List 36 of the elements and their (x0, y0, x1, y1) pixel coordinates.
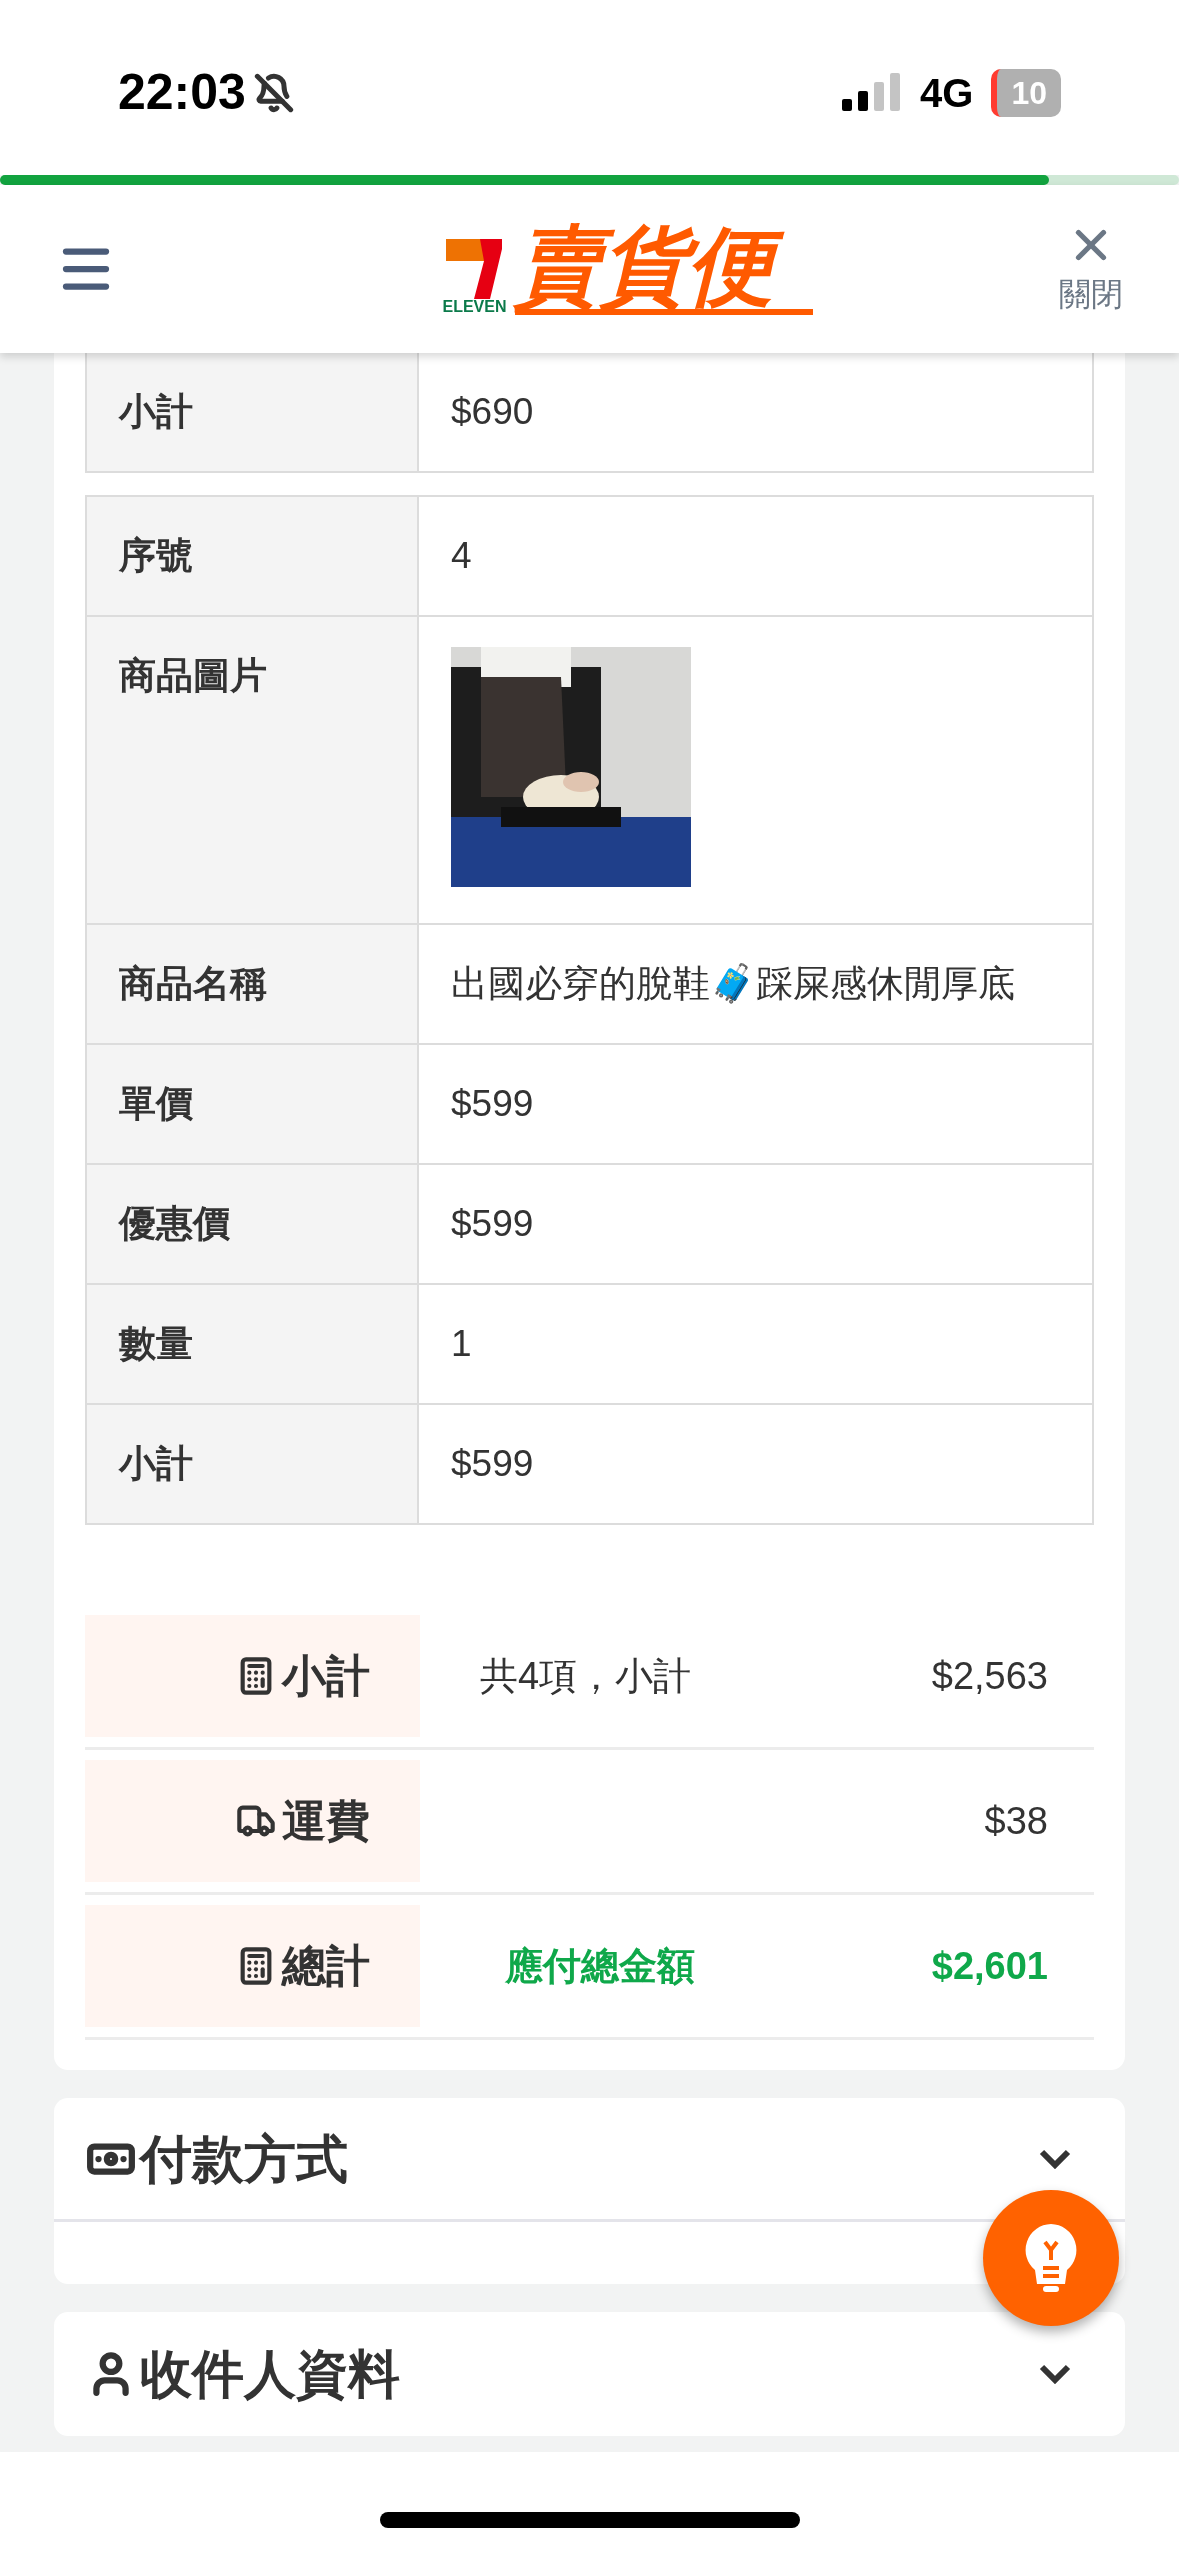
summary-amount: $2,601 (931, 1943, 1048, 1989)
summary-label: 總計 (282, 1940, 370, 1992)
row-label: 商品名稱 (119, 963, 267, 1004)
summary-label: 小計 (282, 1650, 370, 1702)
network-label: 4G (920, 69, 974, 117)
close-button[interactable]: 關閉 (1059, 220, 1123, 318)
chevron-icon (1039, 2364, 1071, 2384)
row-value: 4 (451, 535, 472, 576)
row-label: 序號 (119, 535, 193, 576)
battery-level: 10 (991, 68, 1061, 117)
summary-label: 運費 (282, 1795, 370, 1847)
row-value: $690 (451, 391, 534, 432)
logo-mark-text: ELEVEN (442, 299, 507, 315)
row-label: 小計 (119, 1443, 193, 1484)
summary-amount: $2,563 (931, 1653, 1048, 1699)
row-value: 1 (451, 1323, 472, 1364)
row-label: 單價 (119, 1083, 193, 1124)
row-label: 優惠價 (119, 1203, 230, 1244)
bell-muted-icon (253, 72, 294, 113)
signal-icon (842, 72, 903, 113)
summary-amount: $38 (984, 1798, 1048, 1844)
row-label: 數量 (119, 1323, 193, 1364)
status-time: 22:03 (118, 63, 246, 122)
row-value: $599 (451, 1203, 534, 1244)
chevron-icon (1039, 2148, 1071, 2169)
logo-text: 賣貨便 (514, 223, 813, 315)
summary-note: 應付總金額 (504, 1943, 695, 1989)
seven-logo-icon (446, 239, 503, 299)
section-header[interactable]: 收件人資料 (54, 2312, 1125, 2436)
row-value: $599 (451, 1443, 534, 1484)
row-label: 小計 (119, 391, 193, 432)
row-label: 商品圖片 (119, 655, 267, 696)
row-value: $599 (451, 1083, 534, 1124)
lightbulb-icon (1023, 2222, 1079, 2294)
summary-note: 共4項，小計 (480, 1653, 692, 1699)
row-value: 出國必穿的脫鞋🧳踩屎感休閒厚底 (451, 963, 1015, 1004)
